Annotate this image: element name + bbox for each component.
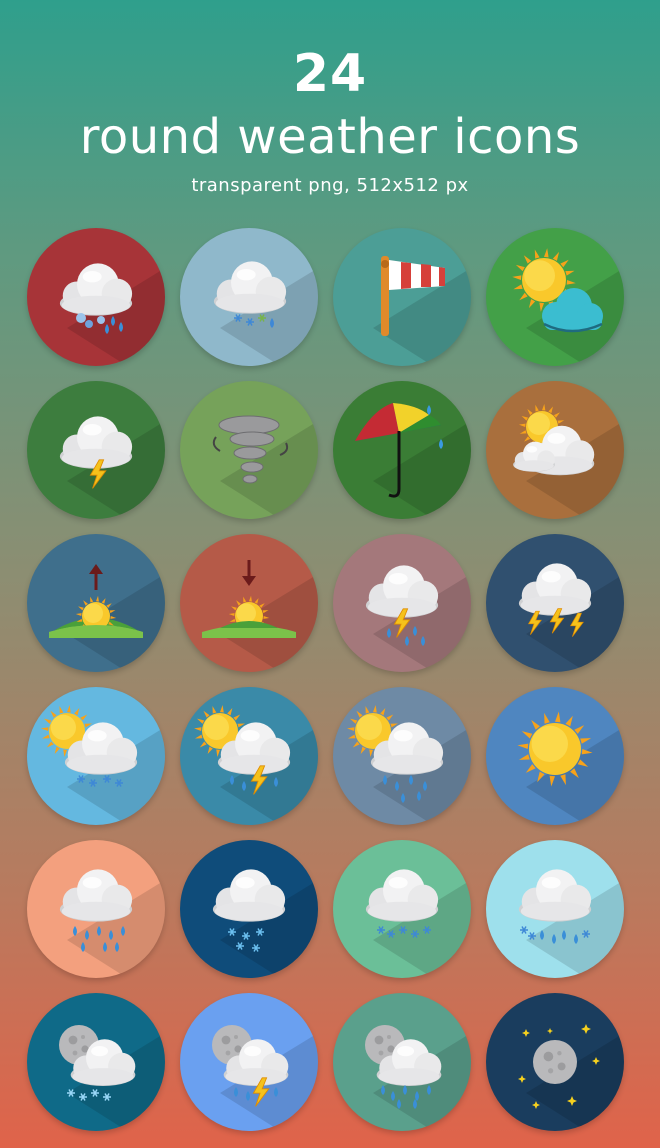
page-title: round weather icons [79,109,581,165]
moon-cloud-rain-icon [333,993,471,1131]
cloud-multi-lightning-icon [486,534,624,672]
sun-icon [486,687,624,825]
cloud-heavy-rain-icon [27,840,165,978]
cloud-snow-rain-icon [180,228,318,366]
icon-count: 24 [292,44,368,104]
umbrella-rain-icon [333,381,471,519]
moon-cloud-thunder-icon [180,993,318,1131]
sun-cloud-icon [486,228,624,366]
sun-cloud-thunder-icon [180,687,318,825]
sunrise-icon [27,534,165,672]
header: 24 round weather icons transparent png, … [0,0,660,220]
cloud-rain-snow-icon [486,840,624,978]
sun-cloud-snow-icon [27,687,165,825]
moon-cloud-snow-icon [27,993,165,1131]
sunset-icon [180,534,318,672]
cloud-lightning-icon [27,381,165,519]
moon-stars-icon [486,993,624,1131]
sun-cloud-rain-icon [333,687,471,825]
subtitle: transparent png, 512x512 px [191,175,469,196]
cloud-thunder-rain-icon [333,534,471,672]
windsock-icon [333,228,471,366]
sun-behind-clouds-icon [486,381,624,519]
cloud-light-snow-icon [333,840,471,978]
cloud-snow-icon [180,840,318,978]
tornado-icon [180,381,318,519]
cloud-rain-hail-icon [27,228,165,366]
